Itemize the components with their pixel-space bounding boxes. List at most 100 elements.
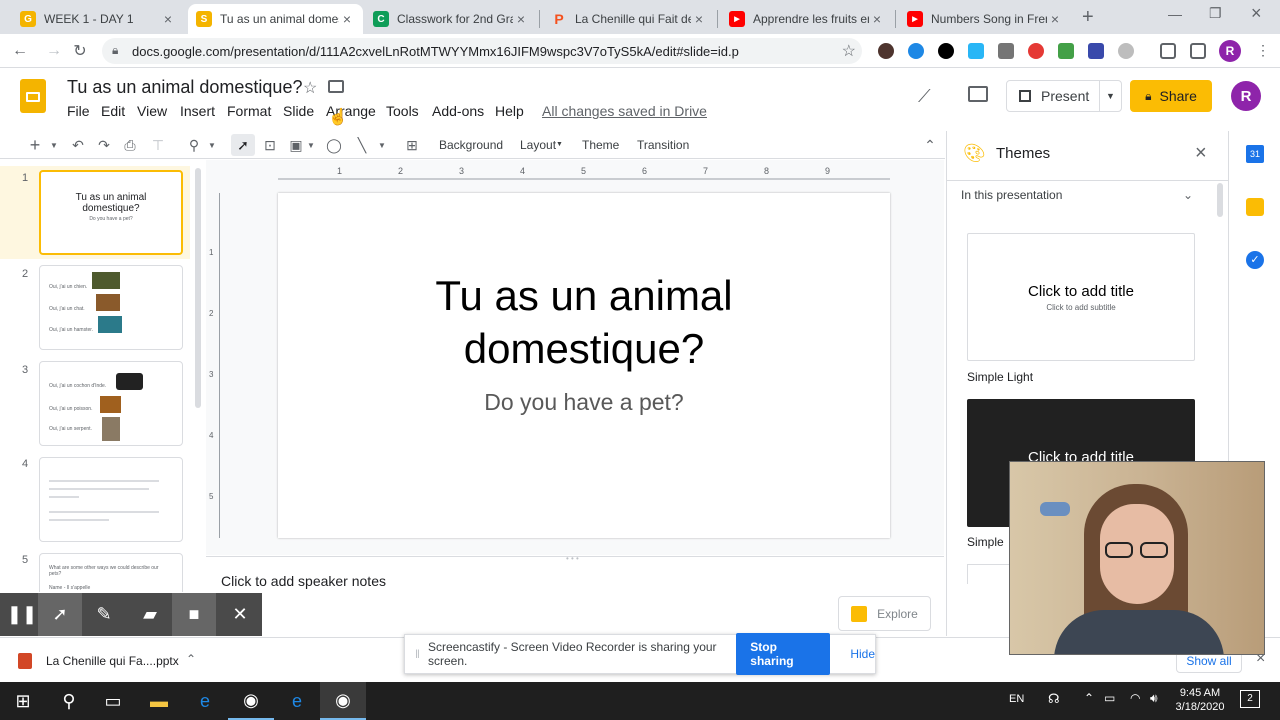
download-filename[interactable]: La Chenille qui Fa....pptx (46, 654, 179, 668)
background-button[interactable]: Background (439, 138, 503, 152)
current-slide[interactable]: Tu as un animal domestique? Do you have … (278, 193, 890, 538)
paint-format-icon[interactable]: ⊤ (148, 134, 168, 156)
camera-icon[interactable]: ■ (172, 593, 216, 636)
extension-icon[interactable] (1118, 43, 1134, 59)
chrome-icon[interactable]: ◉ (320, 682, 366, 720)
wifi-icon[interactable]: ◠ (1130, 691, 1140, 705)
chevron-down-icon[interactable]: ▼ (556, 141, 563, 148)
present-button[interactable]: Present ▼ (1006, 80, 1122, 112)
extension-icon[interactable] (1058, 43, 1074, 59)
clock[interactable]: 9:45 AM 3/18/2020 (1172, 686, 1228, 714)
comments-icon[interactable] (968, 86, 988, 102)
save-status[interactable]: All changes saved in Drive (542, 103, 707, 119)
extension-icon[interactable] (878, 43, 894, 59)
theme-button[interactable]: Theme (582, 138, 619, 152)
hide-button[interactable]: Hide (850, 647, 875, 661)
tab-week1[interactable]: G WEEK 1 - DAY 1 × (12, 4, 184, 34)
close-tab-icon[interactable]: × (869, 11, 885, 27)
explore-button[interactable]: Explore (838, 596, 931, 631)
star-icon[interactable]: ☆ (303, 78, 317, 98)
notifications-icon[interactable]: 2 (1240, 690, 1260, 708)
line-icon[interactable]: ╲ (352, 134, 372, 156)
insert-comment-icon[interactable]: ⊞ (402, 134, 422, 156)
speaker-notes[interactable]: • • • Click to add speaker notes Explore (206, 554, 944, 636)
tab-numbers-song[interactable]: ▶ Numbers Song in French × (899, 4, 1071, 34)
tab-la-chenille[interactable]: P La Chenille qui Fait des × (543, 4, 715, 34)
close-icon[interactable]: ✕ (218, 593, 262, 636)
calendar-icon[interactable]: 31 (1246, 145, 1264, 163)
internet-explorer-icon[interactable]: e (182, 682, 228, 720)
slide-thumbnail-4[interactable] (39, 457, 183, 542)
chrome-icon[interactable]: ◉ (228, 682, 274, 720)
highlighter-icon[interactable]: ▰ (128, 593, 172, 636)
zoom-icon[interactable]: ⚲ (184, 134, 204, 156)
menu-edit[interactable]: Edit (101, 103, 125, 119)
chevron-down-icon[interactable]: ▼ (206, 134, 218, 156)
windows-start-icon[interactable]: ⊞ (0, 682, 46, 720)
slide-thumbnail-3[interactable]: Oui, j'ai un cochon d'Inde. Oui, j'ai un… (39, 361, 183, 446)
close-tab-icon[interactable]: × (160, 11, 176, 27)
document-title[interactable]: Tu as un animal domestique? (67, 77, 302, 98)
menu-slide[interactable]: Slide (283, 103, 314, 119)
shape-icon[interactable]: ◯ (324, 134, 344, 156)
slide-thumbnail-1[interactable]: Tu as un animal domestique? Do you have … (39, 170, 183, 255)
close-tab-icon[interactable]: × (1047, 11, 1063, 27)
activity-trend-icon[interactable]: ⟋ (918, 86, 931, 107)
layout-button[interactable]: Layout (520, 138, 556, 152)
move-folder-icon[interactable] (328, 80, 344, 93)
slide-subtitle[interactable]: Do you have a pet? (278, 389, 890, 416)
edge-icon[interactable]: e (274, 682, 320, 720)
back-icon[interactable]: ← (10, 41, 30, 61)
chevron-down-icon[interactable]: ⌄ (1183, 188, 1193, 202)
profile-avatar[interactable]: R (1219, 40, 1241, 62)
print-icon[interactable]: ⎙ (120, 134, 140, 156)
cast-icon[interactable] (1160, 43, 1176, 59)
extension-icon[interactable] (938, 43, 954, 59)
slides-logo-icon[interactable] (20, 79, 46, 113)
reload-icon[interactable]: ↻ (70, 41, 90, 61)
bookmark-star-icon[interactable]: ☆ (842, 41, 856, 61)
menu-file[interactable]: File (67, 103, 90, 119)
account-avatar[interactable]: R (1231, 81, 1261, 111)
stop-sharing-button[interactable]: Stop sharing (736, 633, 831, 675)
menu-tools[interactable]: Tools (386, 103, 419, 119)
image-icon[interactable]: ▣ (286, 134, 306, 156)
menu-add-ons[interactable]: Add-ons (432, 103, 484, 119)
filmstrip-scrollbar[interactable] (195, 168, 201, 408)
notes-resize-handle[interactable]: • • • (566, 554, 579, 563)
menu-format[interactable]: Format (227, 103, 271, 119)
address-bar[interactable]: 🔒︎ docs.google.com/presentation/d/111A2c… (102, 38, 862, 64)
menu-view[interactable]: View (137, 103, 167, 119)
close-tab-icon[interactable]: × (339, 11, 355, 27)
webcam-overlay[interactable] (1009, 461, 1265, 655)
slide-thumbnail-5[interactable]: What are some other ways we could descri… (39, 553, 183, 592)
redo-icon[interactable]: ↷ (94, 134, 114, 156)
panel-scrollbar[interactable] (1217, 183, 1223, 217)
extension-icon[interactable] (908, 43, 924, 59)
tab-classwork[interactable]: C Classwork for 2nd Grade × (365, 4, 537, 34)
close-panel-icon[interactable]: × (1195, 142, 1207, 165)
text-box-icon[interactable]: ⊡ (260, 134, 280, 156)
theme-section-label[interactable]: In this presentation (961, 188, 1062, 202)
new-tab-icon[interactable]: + (1082, 6, 1094, 29)
menu-insert[interactable]: Insert (180, 103, 215, 119)
chevron-down-icon[interactable]: ▼ (48, 134, 60, 156)
close-tab-icon[interactable]: × (691, 11, 707, 27)
extension-icon[interactable] (1088, 43, 1104, 59)
tasks-icon[interactable]: ✓ (1246, 251, 1264, 269)
select-tool-icon[interactable]: ➚ (231, 134, 255, 156)
drag-handle-icon[interactable]: ‖ (415, 647, 420, 661)
cursor-tool-icon[interactable]: ➚ (38, 593, 82, 636)
chevron-down-icon[interactable]: ▼ (376, 134, 388, 156)
window-close-icon[interactable]: × (1251, 3, 1262, 24)
close-tab-icon[interactable]: × (513, 11, 529, 27)
chevron-up-icon[interactable]: ⌃ (186, 652, 196, 666)
new-slide-icon[interactable]: + (26, 134, 44, 156)
transition-button[interactable]: Transition (637, 138, 689, 152)
volume-icon[interactable]: 🔊︎ (1150, 691, 1158, 706)
minimize-icon[interactable]: — (1168, 6, 1182, 22)
theme-simple-light[interactable]: Click to add title Click to add subtitle (967, 233, 1195, 361)
extension-icon[interactable] (998, 43, 1014, 59)
battery-icon[interactable]: ▭ (1104, 691, 1115, 705)
file-explorer-icon[interactable]: ▬ (136, 682, 182, 720)
